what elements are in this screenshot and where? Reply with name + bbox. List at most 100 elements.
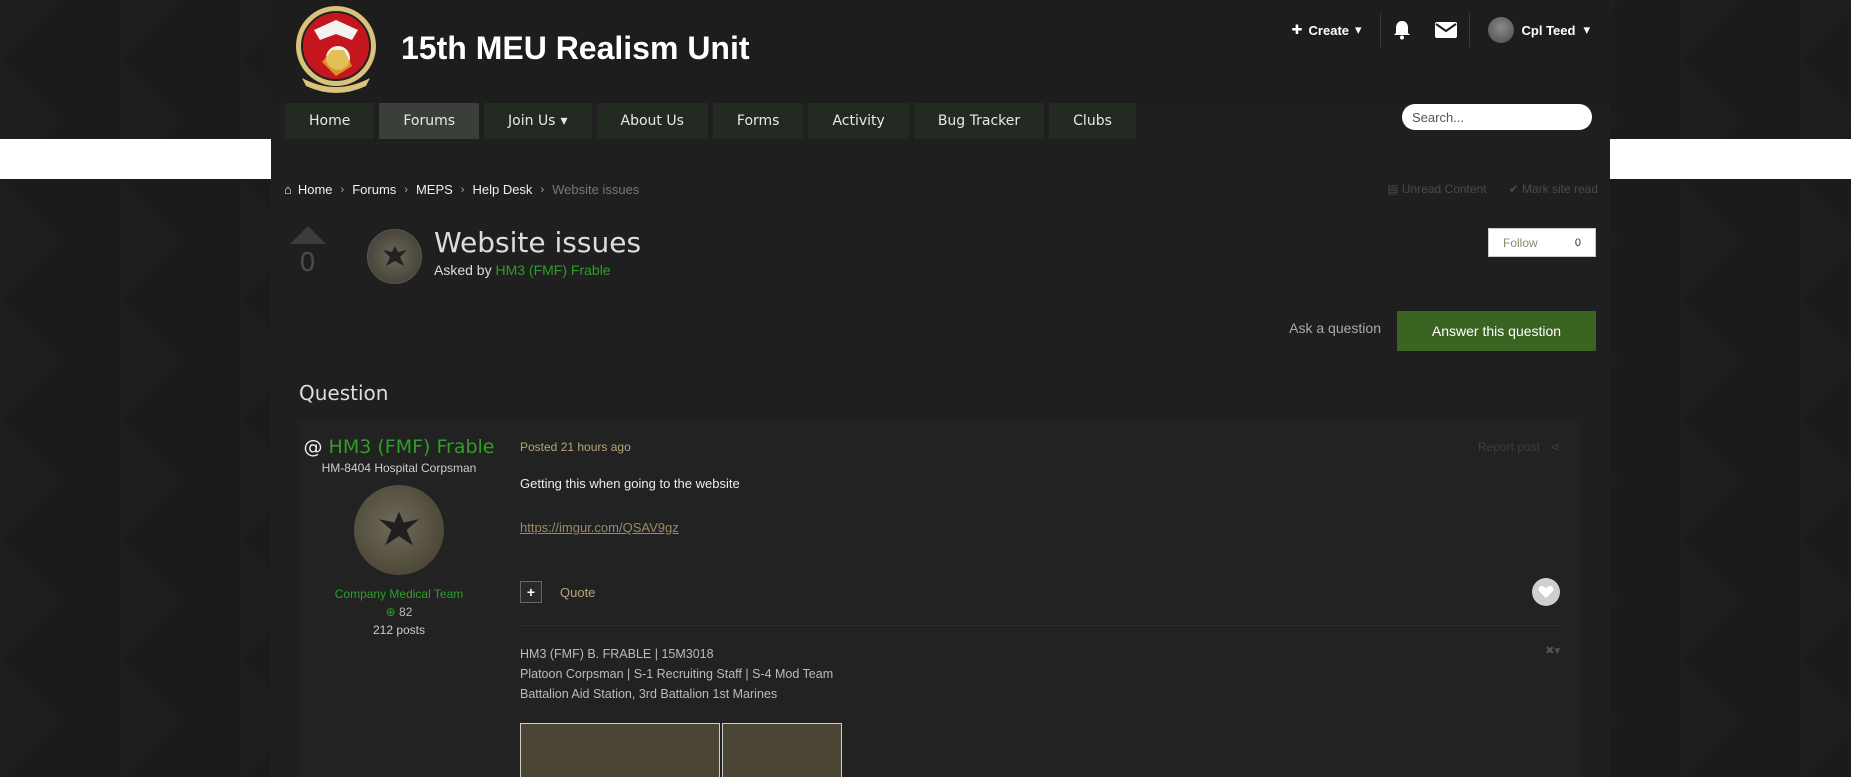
signature-options-button[interactable]: ✖▾ [1545, 644, 1560, 657]
notifications-button[interactable] [1381, 20, 1423, 40]
signature-divider [520, 625, 1560, 626]
section-title: Question [299, 381, 389, 405]
breadcrumb-meps[interactable]: MEPS [416, 182, 453, 197]
post-author-avatar[interactable] [354, 485, 444, 575]
chevron-right-icon: › [540, 183, 545, 196]
signature-image [520, 723, 720, 777]
signature-images [520, 723, 842, 777]
post-author-reputation: ⊕ 82 [299, 605, 499, 619]
post-author-panel: @ HM3 (FMF) Frable HM-8404 Hospital Corp… [299, 421, 499, 637]
nav-label: Join Us [508, 113, 556, 129]
envelope-icon [1434, 22, 1457, 38]
caret-down-icon: ▾ [560, 113, 568, 129]
unread-content-link[interactable]: ▤ Unread Content [1387, 182, 1486, 196]
upvote-button[interactable] [289, 226, 326, 244]
search-input[interactable] [1412, 109, 1588, 125]
share-icon[interactable]: ⋖ [1550, 440, 1560, 454]
asked-by-label: Asked by [434, 262, 492, 278]
post-author-post-count: 212 posts [372, 623, 426, 637]
question-post: @ HM3 (FMF) Frable HM-8404 Hospital Corp… [299, 421, 1579, 777]
home-icon: ⌂ [284, 182, 292, 197]
nav-label: Forms [736, 113, 780, 129]
eagle-insignia-icon [379, 511, 419, 546]
chevron-right-icon: › [460, 183, 465, 196]
site-title[interactable]: 15th MEU Realism Unit [401, 30, 750, 67]
post-signature: HM3 (FMF) B. FRABLE | 15M3018 Platoon Co… [520, 644, 833, 704]
ask-question-link[interactable]: Ask a question [1289, 320, 1381, 336]
nav-label: Forums [403, 113, 456, 129]
mark-site-read-link[interactable]: ✔ Mark site read [1509, 182, 1598, 196]
topic-author-avatar[interactable] [367, 229, 422, 284]
chevron-right-icon: › [404, 183, 408, 196]
report-post-link[interactable]: Report post [1478, 440, 1540, 454]
search-box [1402, 104, 1592, 130]
unread-label: Unread Content [1401, 182, 1487, 196]
page-container: 15th MEU Realism Unit ✚ Create ▾ Cpl Tee… [271, 0, 1610, 777]
create-menu-button[interactable]: ✚ Create ▾ [1274, 22, 1380, 38]
quote-button[interactable]: Quote [560, 585, 595, 600]
vote-widget: 0 [285, 226, 330, 278]
nav-label: Home [309, 113, 351, 129]
nav-clubs[interactable]: Clubs [1049, 103, 1136, 139]
check-icon: ✔ [1508, 182, 1522, 196]
nav-label: Bug Tracker [937, 113, 1021, 129]
plus-icon: + [526, 584, 536, 600]
nav-forums[interactable]: Forums [379, 103, 480, 139]
plus-circle-icon: ⊕ [385, 605, 396, 619]
topic-title: Website issues [434, 226, 642, 259]
follow-label: Follow [1503, 235, 1538, 250]
post-link[interactable]: https://imgur.com/QSAV9gz [520, 520, 679, 535]
asked-by: Asked by HM3 (FMF) Frable [434, 262, 611, 278]
bell-icon [1393, 21, 1410, 40]
chevron-right-icon: › [340, 183, 345, 196]
heart-icon [1538, 586, 1554, 598]
username: Cpl Teed [1521, 22, 1576, 38]
user-bar: ✚ Create ▾ Cpl Teed ▾ [1274, 13, 1590, 47]
mention-symbol: @ [303, 436, 323, 458]
breadcrumb: ⌂ Home › Forums › MEPS › Help Desk › Web… [284, 182, 639, 197]
vote-count: 0 [299, 248, 316, 278]
breadcrumb-forums[interactable]: Forums [352, 182, 396, 197]
plus-icon: ✚ [1291, 22, 1303, 37]
answer-question-button[interactable]: Answer this question [1397, 311, 1596, 351]
eagle-insignia-icon [382, 245, 407, 266]
topic-author-link[interactable]: HM3 (FMF) Frable [495, 262, 610, 278]
nav-bug-tracker[interactable]: Bug Tracker [913, 103, 1045, 139]
breadcrumb-help-desk[interactable]: Help Desk [472, 182, 532, 197]
signature-line: HM3 (FMF) B. FRABLE | 15M3018 [520, 647, 714, 661]
breadcrumb-actions: ▤ Unread Content ✔ Mark site read [1387, 182, 1598, 196]
nav-label: Activity [832, 113, 885, 129]
mark-read-label: Mark site read [1521, 182, 1598, 196]
post-author-name: @ HM3 (FMF) Frable [299, 435, 499, 459]
reputation-value: 82 [399, 605, 413, 619]
nav-home[interactable]: Home [285, 103, 375, 139]
nav-join-us[interactable]: Join Us ▾ [484, 103, 592, 139]
create-label: Create [1308, 22, 1349, 38]
unit-logo[interactable] [292, 0, 380, 96]
nav-label: Clubs [1073, 113, 1112, 129]
nav-about-us[interactable]: About Us [596, 103, 708, 139]
post-author-link[interactable]: HM3 (FMF) Frable [329, 436, 495, 458]
newspaper-icon: ▤ [1387, 182, 1402, 196]
signature-line: Battalion Aid Station, 3rd Battalion 1st… [520, 687, 778, 701]
nav-activity[interactable]: Activity [808, 103, 909, 139]
caret-down-icon: ▾ [1355, 22, 1362, 37]
signature-line: Platoon Corpsman | S-1 Recruiting Staff … [520, 667, 834, 681]
post-date[interactable]: Posted 21 hours ago [520, 440, 631, 454]
post-author-rank: HM-8404 Hospital Corpsman [321, 461, 477, 475]
post-text: Getting this when going to the website [520, 476, 740, 491]
post-author-group: Company Medical Team [334, 587, 464, 601]
like-button[interactable] [1532, 578, 1560, 606]
site-header: 15th MEU Realism Unit ✚ Create ▾ Cpl Tee… [271, 0, 1610, 104]
user-avatar [1487, 17, 1514, 43]
follow-button[interactable]: Follow 0 [1488, 228, 1596, 257]
signature-image [722, 723, 842, 777]
main-nav: Home Forums Join Us ▾ About Us Forms Acti… [285, 103, 1136, 139]
user-menu-button[interactable]: Cpl Teed ▾ [1470, 17, 1590, 43]
caret-down-icon: ▾ [1583, 22, 1590, 37]
post-tools: Report post ⋖ [1478, 440, 1560, 454]
breadcrumb-home[interactable]: Home [298, 182, 333, 197]
multiquote-button[interactable]: + [520, 581, 542, 603]
messages-button[interactable] [1423, 22, 1469, 38]
nav-forms[interactable]: Forms [712, 103, 804, 139]
